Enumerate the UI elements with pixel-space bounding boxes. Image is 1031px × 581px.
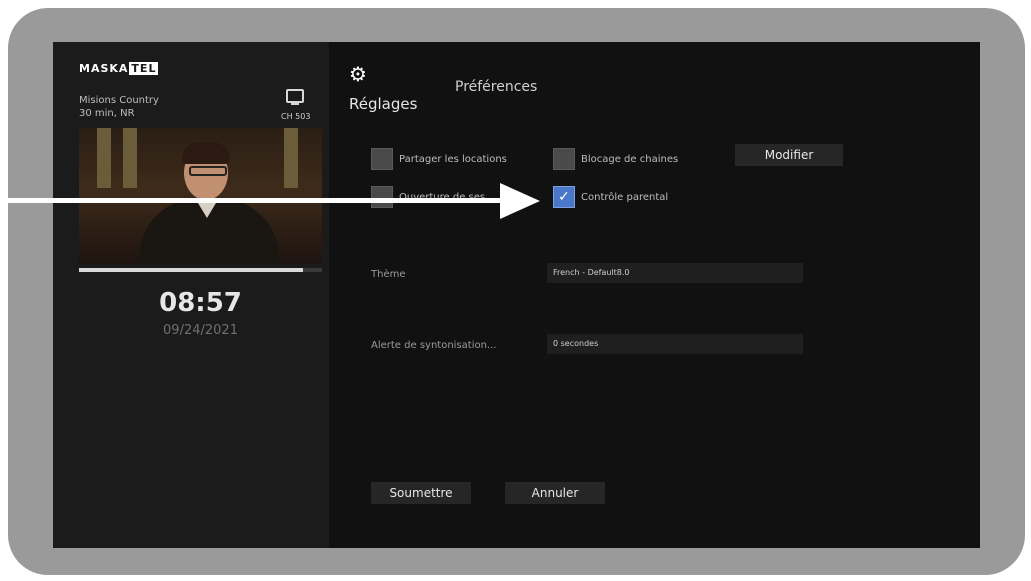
logo-box-text: TEL xyxy=(129,62,159,75)
video-preview[interactable] xyxy=(79,128,322,264)
gear-icon: ⚙ xyxy=(349,62,367,86)
submit-button[interactable]: Soumettre xyxy=(371,482,471,504)
theme-select[interactable]: French - Default8.0 xyxy=(547,263,803,283)
channel-blocking-checkbox[interactable] xyxy=(553,148,575,170)
settings-title: Réglages xyxy=(349,95,418,113)
channel-number: CH 503 xyxy=(281,112,311,121)
program-meta: 30 min, NR xyxy=(79,108,135,119)
preferences-title: Préférences xyxy=(455,79,538,95)
share-rentals-label: Partager les locations xyxy=(399,154,507,165)
channel-blocking-label: Blocage de chaines xyxy=(581,154,679,165)
background-window xyxy=(97,128,111,188)
now-playing-panel: MASKA TEL Misions Country 30 min, NR CH 5… xyxy=(53,42,329,548)
playback-progress-fill xyxy=(79,268,303,272)
share-rentals-checkbox[interactable] xyxy=(371,148,393,170)
parental-control-checkbox[interactable]: ✓ xyxy=(553,186,575,208)
clock-date: 09/24/2021 xyxy=(163,323,238,338)
modify-button[interactable]: Modifier xyxy=(735,144,843,166)
cancel-button[interactable]: Annuler xyxy=(505,482,605,504)
theme-label: Thème xyxy=(371,269,406,280)
person-glasses xyxy=(189,166,227,176)
annotation-arrow-head xyxy=(500,183,540,219)
playback-progress-bar xyxy=(79,268,322,272)
hidden-option-checkbox[interactable] xyxy=(371,186,393,208)
tv-screen: MASKA TEL Misions Country 30 min, NR CH 5… xyxy=(53,42,980,548)
parental-control-label: Contrôle parental xyxy=(581,192,669,203)
background-window xyxy=(284,128,298,188)
brand-logo: MASKA TEL xyxy=(79,62,159,75)
tv-icon xyxy=(286,89,304,105)
tuning-alert-label: Alerte de syntonisation... xyxy=(371,340,497,351)
person-hair xyxy=(182,142,230,164)
program-title: Misions Country xyxy=(79,95,159,106)
background-window xyxy=(123,128,137,188)
clock-time: 08:57 xyxy=(159,288,242,318)
tuning-alert-select[interactable]: 0 secondes xyxy=(547,334,803,354)
annotation-arrow-line xyxy=(0,198,505,203)
logo-text: MASKA xyxy=(79,62,129,75)
